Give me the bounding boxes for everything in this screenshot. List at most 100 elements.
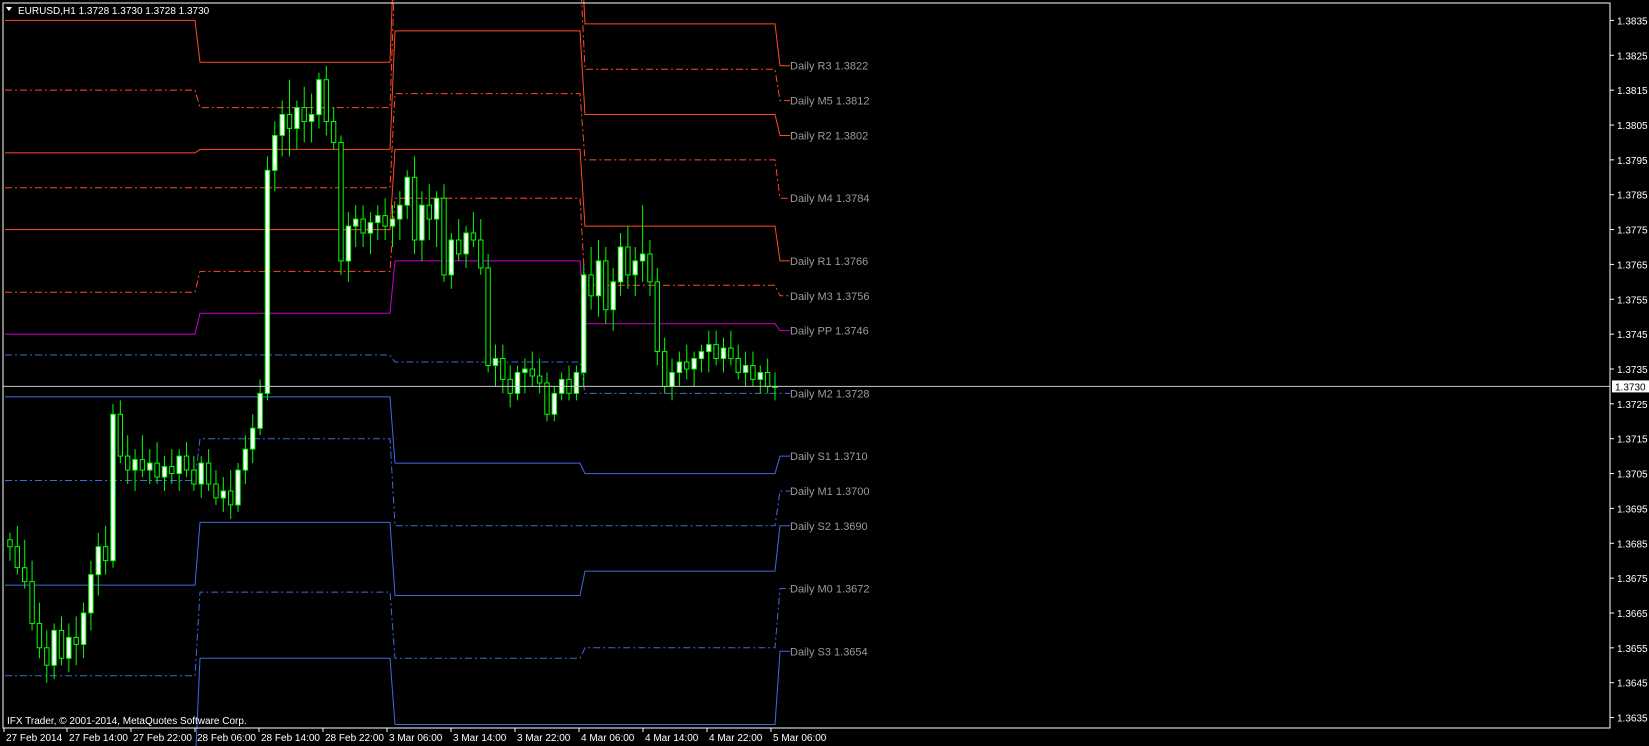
- candle-body: [492, 358, 499, 366]
- candle-body: [581, 274, 587, 373]
- pivot-label: Daily M0 1.3672: [790, 584, 870, 596]
- pivot-labels: Daily R3 1.3822 Daily M5 1.3812 Daily R2 1…: [790, 61, 870, 659]
- candle-body: [338, 141, 344, 262]
- candle-body: [375, 215, 381, 224]
- candle-body: [617, 246, 624, 283]
- candle-body: [117, 413, 123, 457]
- y-tick-label: 1.3685: [1617, 539, 1648, 550]
- x-tick-label: 3 Mar 22:00: [517, 733, 571, 744]
- candle-body: [603, 260, 609, 311]
- candle-body: [367, 222, 374, 234]
- candle-body: [198, 462, 204, 485]
- x-tick-label: 3 Mar 14:00: [453, 733, 507, 744]
- y-tick-label: 1.3635: [1617, 714, 1648, 725]
- y-tick-label: 1.3695: [1617, 504, 1648, 515]
- x-tick-label: 4 Mar 14:00: [645, 733, 699, 744]
- candle-body: [691, 358, 697, 370]
- candle-body: [544, 382, 550, 415]
- candle-body: [360, 218, 366, 234]
- pivot-label: Daily R3 1.3822: [790, 61, 868, 73]
- candle-body: [551, 392, 557, 415]
- copyright-text: IFX Trader, © 2001-2014, MetaQuotes Soft…: [7, 716, 247, 727]
- pivot-level-line: [5, 30, 790, 154]
- candle-body: [573, 372, 580, 394]
- pivot-label: Daily R1 1.3766: [790, 256, 868, 268]
- candle-body: [742, 365, 749, 373]
- candle-body: [441, 197, 447, 276]
- pivot-level-line: [5, 93, 790, 199]
- pivot-level-line: [5, 521, 790, 596]
- candle-body: [125, 455, 131, 471]
- pivot-label: Daily S1 1.3710: [790, 451, 868, 463]
- candle-body: [757, 372, 763, 380]
- y-tick-label: 1.3675: [1617, 574, 1648, 585]
- candle-body: [147, 462, 153, 471]
- candle-body: [463, 232, 469, 255]
- candle-body: [102, 546, 109, 562]
- candle-body: [29, 581, 35, 624]
- candle-body: [323, 79, 330, 122]
- y-tick-label: 1.3725: [1617, 400, 1648, 411]
- candle-body: [110, 413, 116, 562]
- y-tick-label: 1.3795: [1617, 156, 1648, 167]
- candle-body: [235, 469, 241, 506]
- candle-body: [470, 232, 477, 241]
- candle-body: [669, 372, 675, 387]
- candle-body: [22, 567, 28, 583]
- candle-body: [404, 176, 410, 206]
- x-tick-label: 28 Feb 06:00: [197, 733, 256, 744]
- y-tick-label: 1.3655: [1617, 644, 1648, 655]
- candle-body: [257, 392, 263, 429]
- candle-body: [183, 455, 190, 471]
- pivot-label: Daily M1 1.3700: [790, 486, 870, 498]
- pivot-level-line: [195, 650, 790, 746]
- price-chart[interactable]: Daily R3 1.3822 Daily M5 1.3812 Daily R2 1…: [0, 0, 1649, 746]
- candle-body: [264, 169, 271, 394]
- symbol-label: EURUSD,H1 1.3728 1.3730 1.3728 1.3730: [18, 6, 210, 17]
- pivot-level-line: [5, 588, 790, 677]
- candle-body: [176, 455, 182, 475]
- candle-body: [51, 629, 57, 666]
- candle-body: [294, 107, 300, 129]
- candle-body: [522, 368, 528, 373]
- candle-body: [308, 114, 315, 122]
- candle-body: [139, 459, 146, 471]
- candle-body: [95, 546, 101, 576]
- y-tick-label: 1.3745: [1617, 330, 1648, 341]
- candle-body: [382, 215, 388, 227]
- candle-body: [639, 253, 646, 262]
- y-tick-label: 1.3775: [1617, 226, 1648, 237]
- y-tick-label: 1.3785: [1617, 191, 1648, 202]
- y-tick-label: 1.3765: [1617, 260, 1648, 271]
- x-tick-label: 5 Mar 06:00: [773, 733, 827, 744]
- y-tick-label: 1.3815: [1617, 86, 1648, 97]
- candle-body: [485, 267, 491, 366]
- candle-body: [272, 135, 278, 171]
- x-tick-label: 27 Feb 14:00: [69, 733, 128, 744]
- x-tick-label: 28 Feb 22:00: [325, 733, 384, 744]
- candle-body: [632, 260, 638, 276]
- candle-body: [389, 218, 396, 227]
- candle-body: [242, 448, 249, 471]
- candle-body: [588, 274, 594, 297]
- candle-body: [330, 121, 337, 143]
- y-tick-label: 1.3755: [1617, 295, 1648, 306]
- candle-body: [14, 546, 21, 569]
- candle-body: [750, 365, 756, 380]
- x-tick-label: 28 Feb 14:00: [261, 733, 320, 744]
- candle-body: [419, 204, 425, 241]
- x-tick-label: 27 Feb 22:00: [133, 733, 192, 744]
- pivot-label: Daily PP 1.3746: [790, 326, 869, 338]
- menu-triangle-icon[interactable]: [6, 7, 12, 11]
- candle-body: [411, 176, 418, 241]
- candle-body: [448, 239, 455, 276]
- pivot-level-line: [5, 260, 790, 335]
- y-tick-label: 1.3805: [1617, 121, 1648, 132]
- candle-body: [154, 462, 160, 478]
- pivot-label: Daily M3 1.3756: [790, 291, 870, 303]
- candle-body: [500, 358, 506, 380]
- candle-body: [514, 372, 521, 394]
- candle-body: [764, 372, 771, 387]
- candle-body: [478, 239, 484, 269]
- candle-body: [316, 79, 322, 116]
